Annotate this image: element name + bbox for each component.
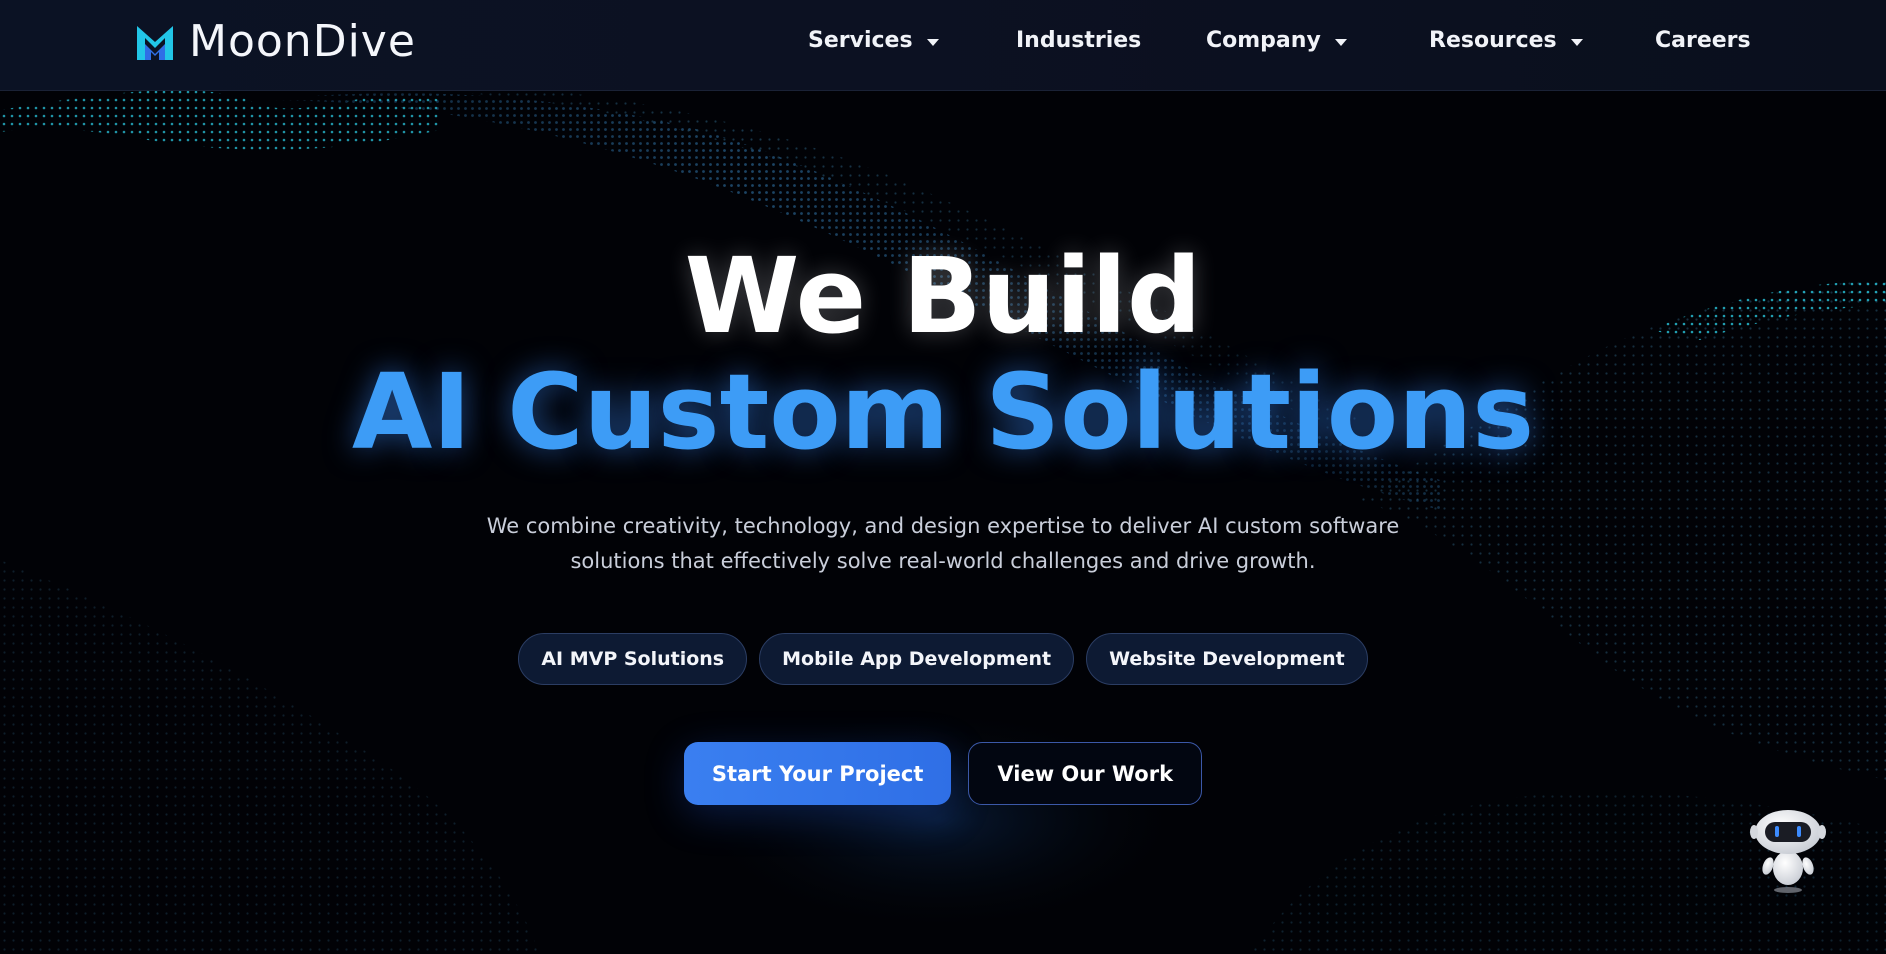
chevron-down-icon (1570, 38, 1583, 46)
hero-section: We Build AI Custom Solutions We combine … (0, 0, 1886, 954)
nav-services[interactable]: Services (808, 28, 939, 53)
robot-icon[interactable] (1748, 806, 1828, 896)
site-header: MoonDive Services Industries Company Res… (0, 0, 1886, 91)
nav-label: Services (808, 28, 913, 53)
chevron-down-icon (1334, 38, 1347, 46)
nav-industries[interactable]: Industries (1016, 28, 1141, 53)
view-our-work-button[interactable]: View Our Work (968, 742, 1203, 805)
moondive-logo-icon (137, 26, 173, 60)
nav-label: Industries (1016, 28, 1142, 53)
chevron-down-icon (926, 38, 939, 46)
nav-label: Resources (1429, 28, 1557, 53)
nav-resources[interactable]: Resources (1429, 28, 1583, 53)
nav-label: Careers (1655, 28, 1751, 53)
start-your-project-button[interactable]: Start Your Project (683, 742, 952, 805)
service-pills: AI MVP Solutions Mobile App Development … (0, 633, 1886, 685)
nav-careers[interactable]: Careers (1655, 28, 1751, 53)
brand-name: MoonDive (189, 16, 416, 67)
logo[interactable]: MoonDive (135, 20, 416, 64)
cta-row: Start Your Project View Our Work (0, 742, 1886, 805)
pill-website-development[interactable]: Website Development (1086, 633, 1368, 685)
pill-mobile-app-development[interactable]: Mobile App Development (759, 633, 1075, 685)
pill-ai-mvp-solutions[interactable]: AI MVP Solutions (518, 633, 748, 685)
page: MoonDive Services Industries Company Res… (0, 0, 1886, 954)
hero-subtext: We combine creativity, technology, and d… (486, 514, 1400, 573)
hero-headline-line2: AI Custom Solutions (351, 351, 1535, 473)
hero-headline-line1: We Build (684, 235, 1202, 357)
nav-company[interactable]: Company (1206, 28, 1347, 53)
nav-label: Company (1206, 28, 1321, 53)
